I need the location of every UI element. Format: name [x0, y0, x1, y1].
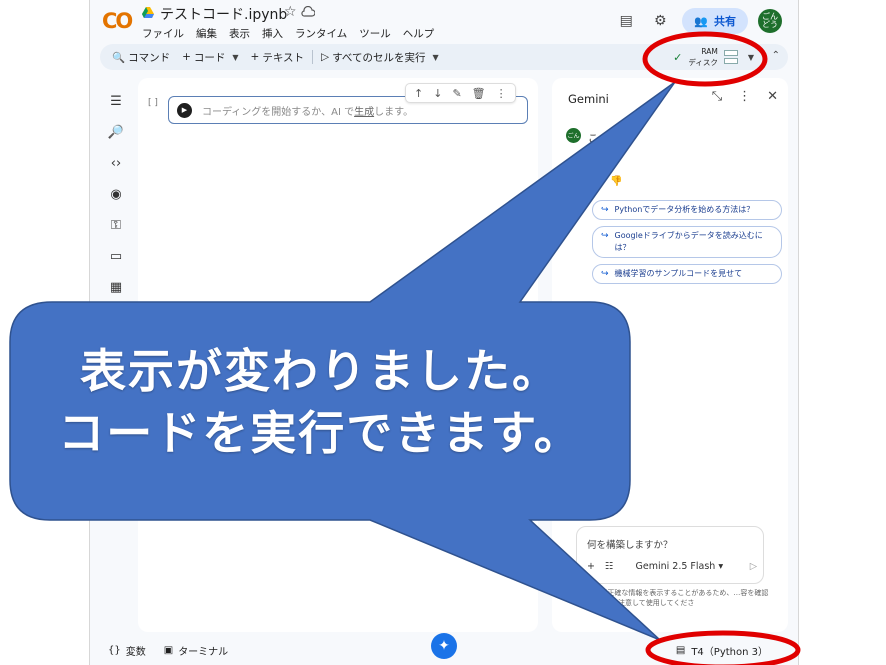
menu-tools[interactable]: ツール	[359, 26, 391, 41]
suggestion-chip[interactable]: ↪ Pythonでデータ分析を始める方法は？	[592, 200, 782, 220]
add-code-button[interactable]: + コード ▼	[176, 50, 244, 65]
runtime-icon: ▤	[675, 645, 686, 656]
notebook-title[interactable]: テストコード.ipynb	[160, 4, 287, 24]
menu-file[interactable]: ファイル	[142, 26, 184, 41]
top-right-controls: ▤ ⚙ 👥 共有 ごん どう	[614, 8, 782, 34]
connected-check-icon: ✓	[673, 50, 683, 64]
callout-line1: 表示が変わりました。	[80, 344, 560, 398]
colab-logo[interactable]: CO	[102, 9, 133, 33]
braces-icon: {}	[108, 645, 121, 656]
menu-view[interactable]: 表示	[229, 26, 250, 41]
secrets-key-icon[interactable]: ⚿	[104, 210, 128, 241]
plus-icon: +	[182, 51, 191, 63]
gemini-prompt-box[interactable]: 何を構築しますか？ + ☷ Gemini 2.5 Flash ▾ ▷	[576, 526, 764, 584]
toolbar-divider	[312, 50, 314, 64]
delete-icon[interactable]: 🗑	[472, 87, 486, 100]
gemini-greeting: こ	[588, 134, 598, 145]
menu-bar: ファイル 編集 表示 挿入 ランタイム ツール ヘルプ	[142, 26, 434, 41]
people-icon: 👥	[694, 14, 708, 28]
cell-execution-count: [ ]	[148, 98, 158, 108]
suggestion-chip[interactable]: ↪ 機械学習のサンプルコードを見せて	[592, 264, 782, 284]
ram-label: RAM	[701, 47, 718, 56]
resource-indicator[interactable]: ✓ RAM ディスク ▼	[673, 46, 754, 68]
cell-placeholder[interactable]: コーディングを開始するか、AI で生成します。	[202, 103, 413, 118]
menu-help[interactable]: ヘルプ	[403, 26, 435, 41]
command-palette-button[interactable]: 🔍 コマンド	[106, 50, 176, 65]
generate-link[interactable]: 生成	[354, 107, 374, 118]
more-options-icon[interactable]: ⋮	[496, 87, 507, 100]
star-icon[interactable]: ☆	[284, 4, 297, 20]
comment-icon[interactable]: ▤	[614, 9, 638, 33]
drive-icon	[142, 7, 154, 18]
run-all-button[interactable]: ▷ すべてのセルを実行 ▼	[315, 50, 445, 65]
tune-icon[interactable]: ☷	[605, 561, 614, 572]
magic-wand-icon[interactable]: ✎	[452, 87, 461, 100]
table-icon[interactable]: ▦	[104, 272, 128, 303]
runtime-status[interactable]: ▤ T4（Python 3）	[676, 643, 768, 658]
prompt-input[interactable]: 何を構築しますか？	[587, 537, 673, 551]
gemini-disclaimer: mini は不正確な情報を表示することがあるため、…容を確認し、コードは注意して…	[576, 589, 769, 607]
menu-insert[interactable]: 挿入	[262, 26, 283, 41]
resource-bars	[723, 48, 738, 66]
files-folder-icon[interactable]: ▭	[104, 241, 128, 272]
callout-text: 表示が変わりました。 コードを実行できます。	[10, 340, 630, 464]
plus-icon: +	[250, 51, 260, 63]
chevron-up-icon[interactable]: ⌃	[772, 50, 780, 61]
move-down-icon[interactable]: ↓	[433, 87, 442, 100]
terminal-icon: ▣	[163, 645, 174, 656]
gemini-sparkle-icon[interactable]: ✦	[431, 633, 457, 659]
colab-window: CO テストコード.ipynb ☆ ファイル 編集 表示 挿入 ランタイム ツー…	[89, 0, 799, 665]
share-label: 共有	[714, 15, 736, 28]
terminal-button[interactable]: ▣ ターミナル	[164, 643, 228, 658]
gemini-title: Gemini	[568, 92, 609, 106]
run-cell-button[interactable]: ▶	[177, 102, 192, 118]
menu-edit[interactable]: 編集	[196, 26, 217, 41]
find-icon[interactable]: 🔎	[104, 117, 128, 148]
move-up-icon[interactable]: ↑	[414, 87, 423, 100]
arrow-icon: ↪	[601, 205, 609, 215]
model-selector[interactable]: Gemini 2.5 Flash ▾	[636, 561, 724, 572]
gemini-header-icons: ⤡ ⋮ ✕	[712, 89, 778, 104]
play-icon: ▷	[321, 51, 330, 63]
add-text-button[interactable]: + テキスト	[245, 50, 311, 65]
menu-runtime[interactable]: ランタイム	[295, 26, 347, 41]
notebook-toolbar: 🔍 コマンド + コード ▼ + テキスト ▷ すべてのセルを実行 ▼ ✓ RAM ディスク…	[100, 44, 788, 70]
gemini-hello: ちは！	[590, 158, 620, 169]
share-button[interactable]: 👥 共有	[682, 8, 748, 34]
chevron-down-icon[interactable]: ▼	[432, 53, 438, 62]
settings-gear-icon[interactable]: ⚙	[648, 9, 672, 33]
add-icon[interactable]: +	[587, 561, 595, 572]
disk-label: ディスク	[688, 58, 718, 67]
cloud-icon[interactable]	[301, 6, 315, 18]
send-icon[interactable]: ▷	[750, 561, 757, 572]
arrow-icon: ↪	[601, 231, 609, 241]
thumbs-down-icon[interactable]: 👎	[610, 176, 622, 187]
toc-icon[interactable]: ☰	[104, 86, 128, 117]
left-sidebar: ☰ 🔎 ‹› ◉ ⚿ ▭ ▦	[104, 86, 128, 303]
code-snippets-icon[interactable]: ‹›	[104, 148, 128, 179]
search-icon: 🔍	[112, 51, 126, 64]
variables-inspector-icon[interactable]: ◉	[104, 179, 128, 210]
collapse-icon[interactable]: ⤡	[712, 89, 722, 104]
suggestion-chip[interactable]: ↪ Googleドライブからデータを読み込むには？	[592, 226, 782, 258]
user-avatar[interactable]: ごん どう	[758, 9, 782, 33]
chevron-down-icon[interactable]: ▼	[232, 53, 238, 62]
chevron-down-icon[interactable]: ▼	[748, 53, 754, 62]
close-icon[interactable]: ✕	[767, 89, 778, 104]
variables-button[interactable]: {} 変数	[108, 643, 146, 658]
suggestion-chips: ↪ Pythonでデータ分析を始める方法は？ ↪ Googleドライブからデータを読…	[592, 200, 782, 290]
callout-line2: コードを実行できます。	[58, 406, 582, 460]
arrow-icon: ↪	[601, 269, 609, 279]
more-options-icon[interactable]: ⋮	[738, 89, 751, 104]
cell-toolbar: ↑ ↓ ✎ 🗑 ⋮	[405, 83, 516, 103]
gemini-user-avatar: ごん	[566, 128, 581, 143]
